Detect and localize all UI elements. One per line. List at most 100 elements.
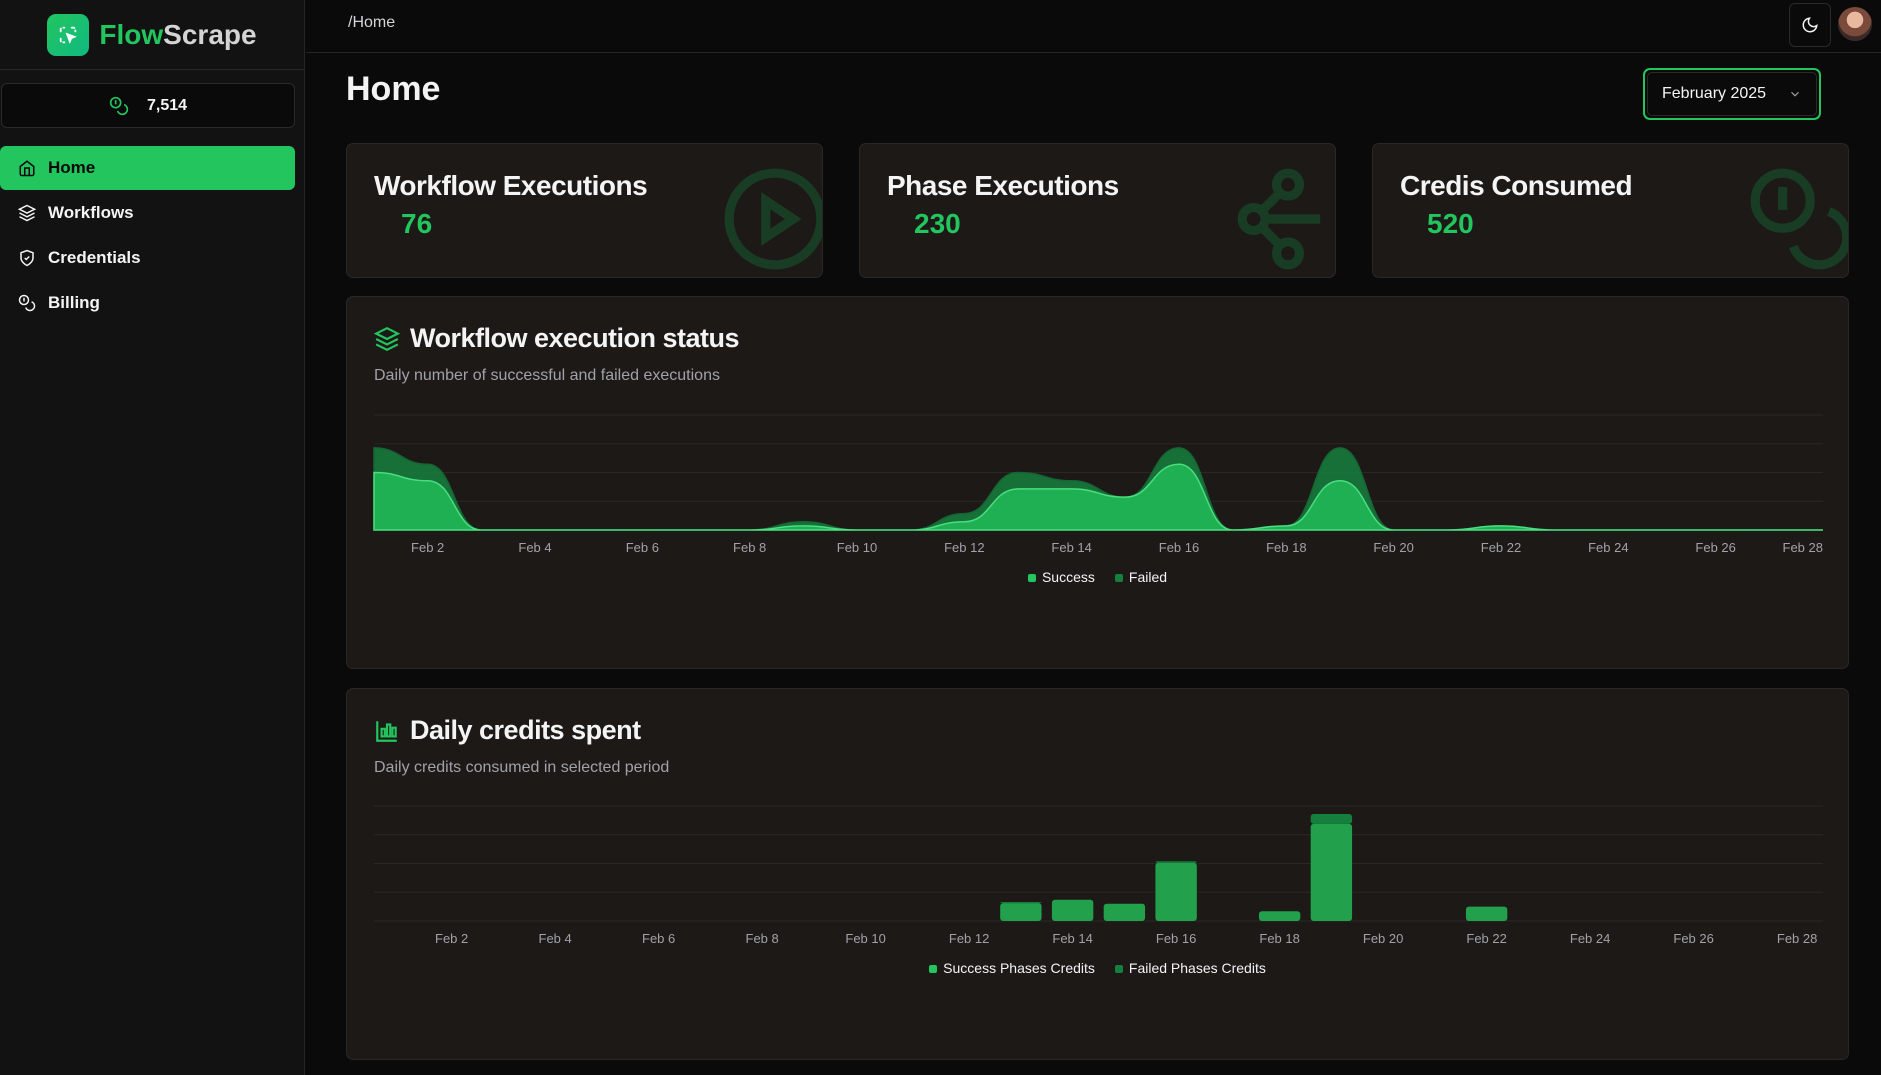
sidebar-item-label: Credentials [48,248,141,267]
stat-card-credits-consumed: Credis Consumed 520 [1372,143,1849,278]
layers-icon [18,204,36,222]
bar-failed[interactable] [1000,902,1042,904]
sidebar-item-label: Home [48,158,96,177]
sidebar-item-home[interactable]: Home [0,146,295,190]
x-tick-label: Feb 28 [1777,931,1817,946]
avatar[interactable] [1838,7,1872,41]
bar-success[interactable] [1051,899,1094,921]
stat-value: 230 [914,208,961,239]
panel-title-row: Daily credits spent [374,715,641,746]
stat-card-phase-executions: Phase Executions 230 [859,143,1336,278]
x-tick-label: Feb 8 [746,931,779,946]
legend-item-failed[interactable]: Failed [1114,569,1168,585]
panel-title-row: Workflow execution status [374,323,740,354]
sidebar-item-credentials[interactable]: Credentials [0,236,295,280]
x-tick-label: Feb 28 [1783,540,1823,555]
shield-icon [20,249,34,267]
x-tick-label: Feb 22 [1481,540,1521,555]
legend-label: Failed [1128,569,1168,585]
x-tick-label: Feb 26 [1673,931,1713,946]
period-select-value: February 2025 [1662,85,1767,102]
execution-status-panel: Workflow execution status Daily number o… [346,296,1849,669]
x-tick-label: Feb 8 [733,540,766,555]
sidebar-item-label: Workflows [48,203,134,222]
x-tick-label: Feb 14 [1052,931,1092,946]
chart-legend: Success Failed [347,569,1848,585]
chevron-down-icon [1791,91,1799,97]
x-tick-label: Feb 20 [1373,540,1413,555]
main-content: Home February 2025 Workflow Executions 7… [306,54,1881,1075]
app-logo[interactable]: FlowScrape [0,0,304,70]
stat-title: Credis Consumed [1400,170,1633,201]
chart-legend: Success Phases Credits Failed Phases Cre… [347,960,1848,976]
app-name: FlowScrape [99,19,256,51]
bar-success[interactable] [1103,903,1146,921]
x-tick-label: Feb 16 [1159,540,1199,555]
app-name-part1: Flow [99,18,164,50]
series-area-success[interactable] [373,463,1823,531]
x-tick-label: Feb 20 [1363,931,1403,946]
bar-success[interactable] [1465,906,1508,921]
app-name-part2: Scrape [163,18,257,50]
execution-status-chart: Feb 2 Feb 4 Feb 6 Feb 8 Feb 10 Feb 12 Feb 14 Fe… [373,414,1823,555]
x-tick-label: Feb 12 [944,540,984,555]
credits-balance[interactable]: 7,514 [1,83,295,128]
sidebar-nav: Home Workflows Credentials Billing [0,146,295,326]
stat-value: 520 [1427,208,1474,239]
coins-icon [1750,168,1848,270]
breadcrumb[interactable]: /Home [348,14,395,32]
legend-label: Failed Phases Credits [1128,960,1266,976]
bar-chart-icon [376,720,397,742]
period-select[interactable]: February 2025 [1643,68,1821,120]
scan-cursor-icon [47,13,90,56]
x-tick-label: Feb 12 [949,931,989,946]
top-bar: /Home [306,0,1881,53]
legend-item-success-credits[interactable]: Success Phases Credits [929,960,1095,976]
credits-value: 7,514 [146,96,188,114]
x-tick-label: Feb 4 [518,540,551,555]
x-tick-label: Feb 22 [1466,931,1506,946]
credits-spent-chart: Feb 2 Feb 4 Feb 6 Feb 8 Feb 10 Feb 12 Feb 14 Fe… [374,805,1823,946]
panel-title: Daily credits spent [410,715,641,745]
x-tick-label: Feb 24 [1588,540,1628,555]
x-tick-label: Feb 18 [1266,540,1306,555]
stat-card-workflow-executions: Workflow Executions 76 [346,143,823,278]
coins-icon [109,96,129,115]
sidebar: FlowScrape 7,514 Home Workflows Credenti… [0,0,305,1075]
home-icon [19,160,35,177]
stat-title: Workflow Executions [374,170,648,201]
bar-success[interactable] [1000,903,1042,921]
page-title: Home [346,70,441,108]
x-tick-label: Feb 26 [1695,540,1735,555]
x-tick-label: Feb 6 [626,540,659,555]
x-tick-label: Feb 10 [837,540,877,555]
theme-toggle-button[interactable] [1789,3,1831,47]
legend-label: Success Phases Credits [943,960,1095,976]
x-tick-label: Feb 6 [642,931,675,946]
stat-title: Phase Executions [887,170,1119,201]
x-tick-label: Feb 2 [411,540,444,555]
stat-value: 76 [401,208,433,239]
layers-icon [374,326,400,351]
legend-item-failed-credits[interactable]: Failed Phases Credits [1114,960,1266,976]
x-tick-label: Feb 4 [539,931,572,946]
x-tick-label: Feb 14 [1051,540,1091,555]
bar-success[interactable] [1310,823,1353,921]
sidebar-item-billing[interactable]: Billing [0,281,295,325]
bar-failed[interactable] [1155,861,1197,863]
waypoints-icon [1237,168,1321,270]
circle-play-icon [724,168,822,270]
coins-icon [18,294,36,312]
bar-failed[interactable] [1310,814,1353,824]
bar-success[interactable] [1258,911,1301,921]
bar-success[interactable] [1155,862,1197,921]
x-tick-label: Feb 16 [1156,931,1196,946]
sidebar-item-label: Billing [48,293,100,312]
credits-spent-panel: Daily credits spent Daily credits consum… [346,688,1849,1060]
x-tick-label: Feb 10 [845,931,885,946]
sidebar-item-workflows[interactable]: Workflows [0,191,295,235]
legend-item-success[interactable]: Success [1027,569,1095,585]
x-tick-label: Feb 18 [1259,931,1299,946]
panel-title: Workflow execution status [410,323,740,353]
moon-icon [1802,17,1818,33]
